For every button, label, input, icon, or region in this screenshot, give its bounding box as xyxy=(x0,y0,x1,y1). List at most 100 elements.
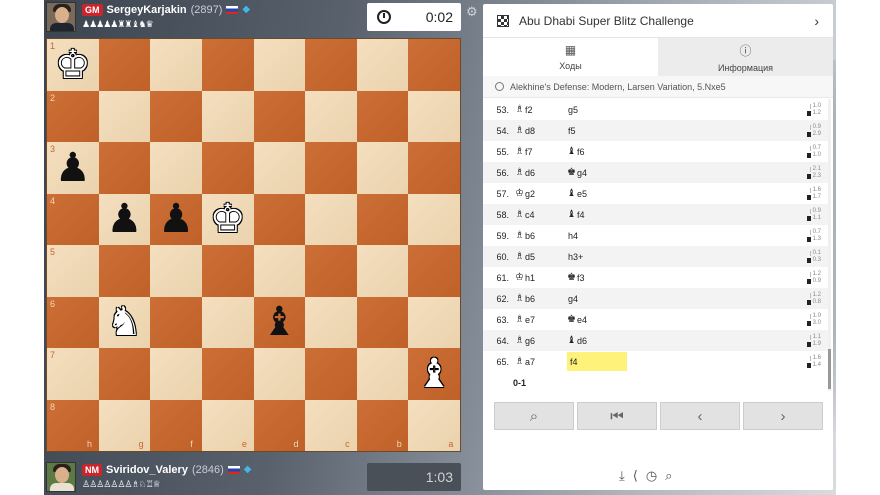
black-move[interactable]: ♝ d6 xyxy=(567,335,627,346)
white-knight-piece[interactable]: ♞ xyxy=(107,302,143,342)
board-square[interactable]: 1 ♚ xyxy=(47,39,99,91)
board-square[interactable]: a xyxy=(408,399,460,451)
white-move[interactable]: ♗ b6 xyxy=(515,293,567,304)
board-square[interactable] xyxy=(305,296,357,348)
white-bishop-piece[interactable]: ♝ xyxy=(416,354,452,394)
board-square[interactable] xyxy=(356,348,409,400)
board-square[interactable]: d xyxy=(253,399,306,451)
tab-info[interactable]: ⓘ Информация xyxy=(658,38,833,76)
board-square[interactable] xyxy=(356,39,409,91)
white-move[interactable]: ♔ h1 xyxy=(515,272,567,283)
board-square[interactable] xyxy=(201,245,254,297)
board-square[interactable] xyxy=(98,245,151,297)
board-square[interactable] xyxy=(98,90,151,142)
top-player-name[interactable]: SergeyKarjakin xyxy=(107,4,187,16)
board-square[interactable] xyxy=(253,193,306,245)
white-move[interactable]: ♗ d5 xyxy=(515,251,567,262)
board-square[interactable]: ♚ xyxy=(201,193,254,245)
board-square[interactable] xyxy=(253,348,306,400)
board-square[interactable] xyxy=(305,348,357,400)
white-move[interactable]: ♗ e7 xyxy=(515,314,567,325)
move-list-scrollbar[interactable] xyxy=(828,99,831,391)
board-square[interactable] xyxy=(408,296,460,348)
white-move[interactable]: ♗ g6 xyxy=(515,335,567,346)
board-square[interactable] xyxy=(253,39,306,91)
board-square[interactable] xyxy=(253,142,306,194)
board-square[interactable]: e xyxy=(201,399,254,451)
previous-move-button[interactable]: ‹ xyxy=(660,402,740,430)
black-move[interactable]: f5 xyxy=(567,126,627,136)
white-move[interactable]: ♗ b6 xyxy=(515,230,567,241)
black-pawn-piece[interactable]: ♟ xyxy=(107,199,143,239)
board-square[interactable] xyxy=(408,245,460,297)
white-move[interactable]: ♗ d6 xyxy=(515,167,567,178)
black-pawn-piece[interactable]: ♟ xyxy=(158,199,194,239)
board-square[interactable]: ♟ xyxy=(98,193,151,245)
black-move[interactable]: ♚ g4 xyxy=(567,167,627,178)
black-move[interactable]: ♝ e5 xyxy=(567,188,627,199)
board-square[interactable] xyxy=(150,348,202,400)
board-square[interactable] xyxy=(201,348,254,400)
black-bishop-piece[interactable]: ♝ xyxy=(261,302,297,342)
settings-gear-icon[interactable]: ⚙ xyxy=(466,4,478,20)
board-square[interactable]: f xyxy=(150,399,202,451)
board-square[interactable]: 3 ♟ xyxy=(47,142,99,194)
white-move[interactable]: ♗ f7 xyxy=(515,146,567,157)
black-move[interactable]: ♝ f4 xyxy=(567,209,627,220)
black-move[interactable]: ♝ f6 xyxy=(567,146,627,157)
first-move-button[interactable]: ⏮ xyxy=(577,402,657,430)
board-square[interactable]: ♝ xyxy=(408,348,460,400)
black-move[interactable]: g5 xyxy=(567,105,627,115)
board-square[interactable] xyxy=(305,90,357,142)
black-move[interactable]: g4 xyxy=(567,294,627,304)
board-square[interactable] xyxy=(356,193,409,245)
move-list[interactable]: 53. ♗ f2 g5 1.0 1.2 54. ♗ d8 f5 0.9 2.9 55. ♗ f7 ♝ f6 0.7… xyxy=(483,99,829,391)
tab-moves[interactable]: ▦ Ходы xyxy=(483,38,658,76)
board-square[interactable] xyxy=(356,90,409,142)
board-square[interactable]: ♞ xyxy=(98,296,151,348)
board-square[interactable] xyxy=(253,245,306,297)
board-square[interactable]: 8h xyxy=(47,399,99,451)
scrollbar-thumb[interactable] xyxy=(828,349,831,389)
board-square[interactable] xyxy=(408,142,460,194)
board-square[interactable]: b xyxy=(356,399,409,451)
black-pawn-piece[interactable]: ♟ xyxy=(55,148,91,188)
black-move[interactable]: ♚ f3 xyxy=(567,272,627,283)
board-square[interactable] xyxy=(305,245,357,297)
board-square[interactable]: 2 xyxy=(47,90,99,142)
board-square[interactable] xyxy=(201,90,254,142)
board-square[interactable] xyxy=(98,142,151,194)
black-move[interactable]: h3+ xyxy=(567,252,627,262)
board-square[interactable] xyxy=(356,245,409,297)
white-move[interactable]: ♗ d8 xyxy=(515,125,567,136)
board-square[interactable]: c xyxy=(305,399,357,451)
download-icon[interactable]: ⤓ xyxy=(619,468,625,484)
timer-icon[interactable]: ◷ xyxy=(646,468,657,484)
board-square[interactable]: 5 xyxy=(47,245,99,297)
board-square[interactable] xyxy=(150,90,202,142)
share-icon[interactable]: ⟨ xyxy=(633,468,638,484)
board-square[interactable] xyxy=(150,39,202,91)
black-move[interactable]: h4 xyxy=(567,231,627,241)
board-square[interactable]: g xyxy=(98,399,151,451)
board-square[interactable] xyxy=(150,296,202,348)
board-square[interactable] xyxy=(98,39,151,91)
board-square[interactable]: ♝ xyxy=(253,296,306,348)
board-square[interactable]: ♟ xyxy=(150,193,202,245)
board-square[interactable] xyxy=(150,142,202,194)
board-square[interactable] xyxy=(408,90,460,142)
bottom-player-avatar[interactable] xyxy=(46,462,76,492)
board-square[interactable] xyxy=(305,39,357,91)
black-king-outline-piece[interactable]: ♚ xyxy=(210,199,246,239)
board-square[interactable] xyxy=(253,90,306,142)
black-move[interactable]: ♚ e4 xyxy=(567,314,627,325)
analysis-button[interactable]: ⌕ xyxy=(494,402,574,430)
board-square[interactable] xyxy=(201,142,254,194)
white-move[interactable]: ♗ a7 xyxy=(515,356,567,367)
board-square[interactable] xyxy=(408,39,460,91)
board-square[interactable] xyxy=(356,296,409,348)
board-square[interactable] xyxy=(201,39,254,91)
board-search-icon[interactable]: ⌕ xyxy=(665,468,672,484)
board-square[interactable] xyxy=(150,245,202,297)
board-square[interactable] xyxy=(305,193,357,245)
